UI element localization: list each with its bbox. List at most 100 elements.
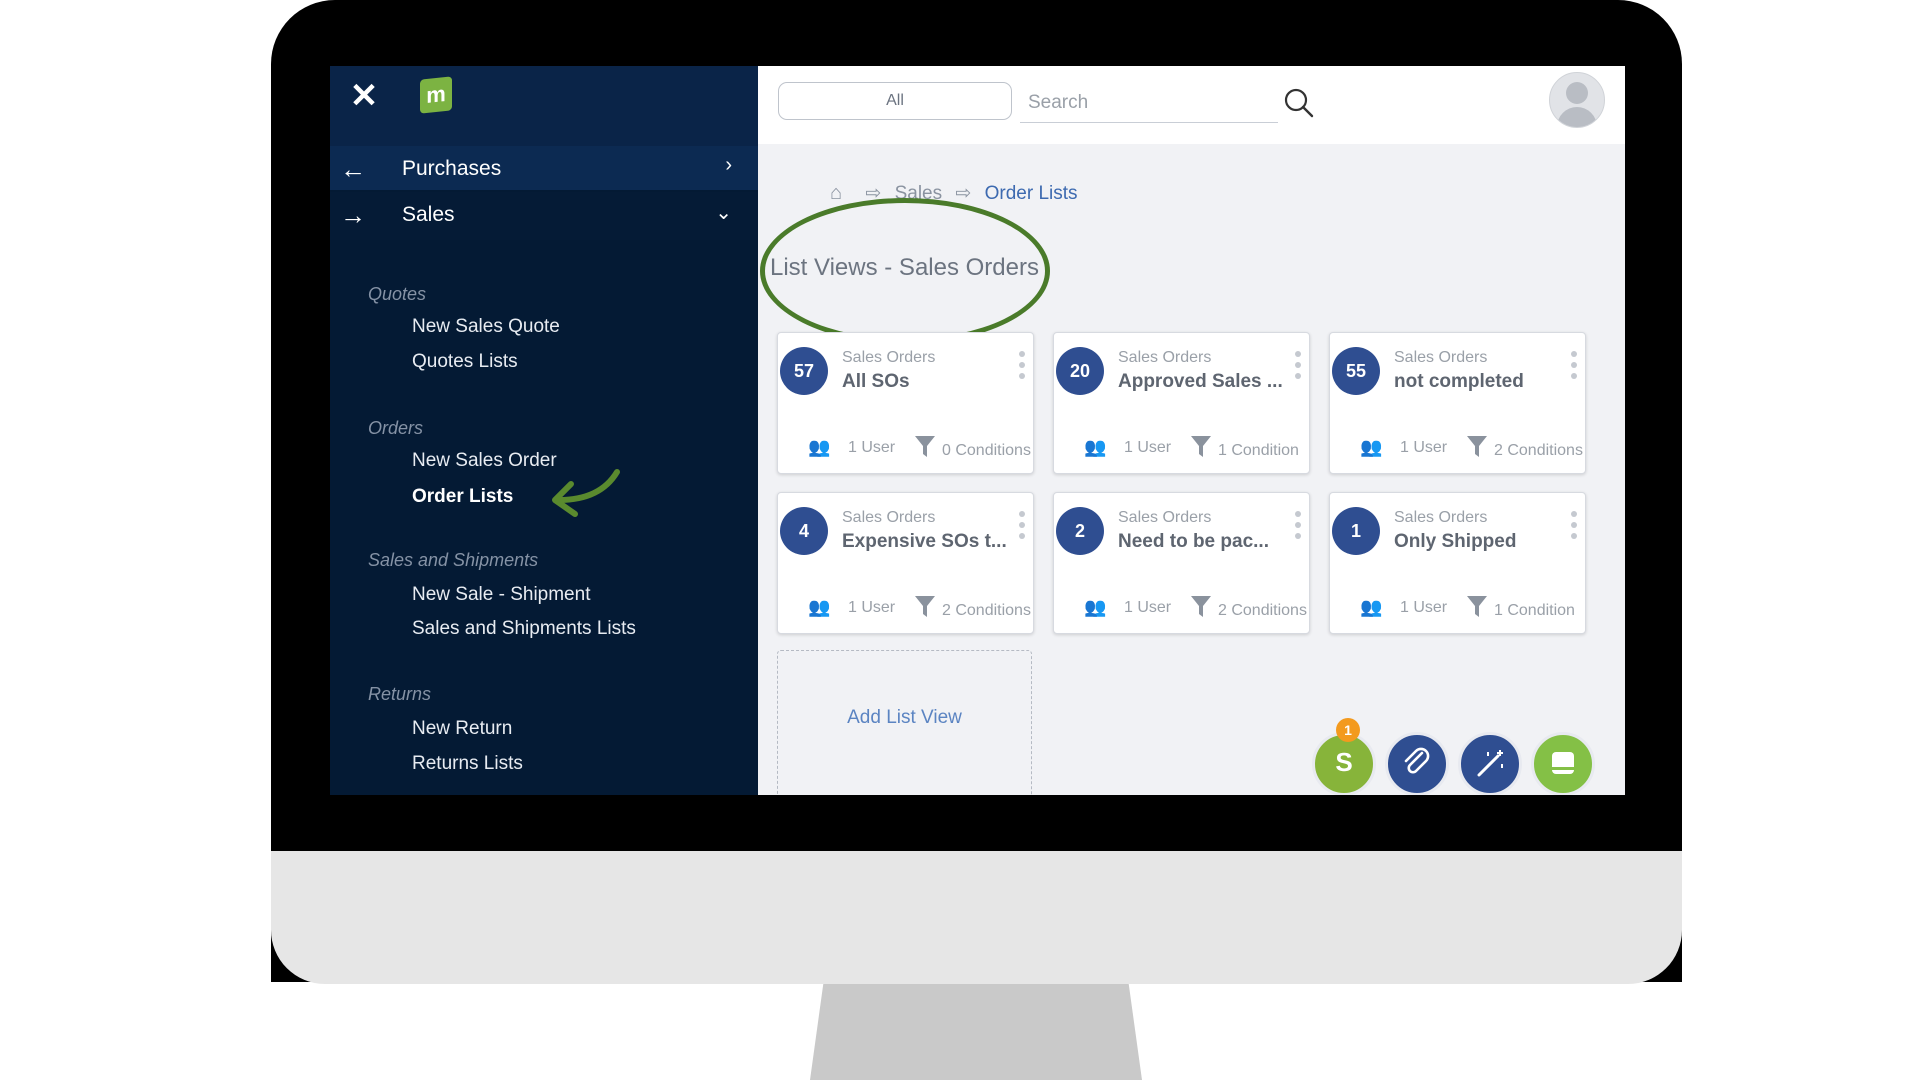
section-title-returns: Returns <box>368 684 432 704</box>
section-title-orders: Orders <box>368 418 424 438</box>
search-input[interactable] <box>1020 84 1278 123</box>
count-badge: 2 <box>1056 507 1104 555</box>
count-badge: 57 <box>780 347 828 395</box>
notification-badge: 1 <box>1336 718 1360 742</box>
add-list-view-label: Add List View <box>847 707 962 728</box>
users-icon: 👥 <box>1360 597 1383 617</box>
attachment-button[interactable] <box>1385 732 1449 795</box>
filter-icon <box>915 436 935 457</box>
sidebar-item-quotes-lists[interactable]: Quotes Lists <box>412 351 518 373</box>
magic-wand-button[interactable] <box>1458 732 1522 795</box>
kebab-icon[interactable] <box>1295 511 1301 544</box>
card-title: All SOs <box>842 371 910 392</box>
nav-item-sales[interactable]: → Sales ⌄ <box>330 192 758 240</box>
forward-arrow-icon: → <box>340 200 366 230</box>
list-view-card[interactable]: 55 Sales Orders not completed 👥 1 User 2 Cond… <box>1329 332 1586 474</box>
chevron-right-icon: › <box>725 154 732 176</box>
app-screen: ✕ m ← Purchases › → Sales ⌄ Quotes New S… <box>330 66 1625 795</box>
users-icon: 👥 <box>808 597 831 617</box>
card-category: Sales Orders <box>1118 509 1212 526</box>
monitor-chin <box>271 851 1682 984</box>
users-icon: 👥 <box>1360 437 1383 457</box>
attachment-icon <box>1404 747 1430 774</box>
chat-icon <box>1552 752 1574 774</box>
search-scope-select[interactable]: All <box>778 82 1012 120</box>
card-category: Sales Orders <box>842 509 936 526</box>
filter-icon <box>1191 436 1211 457</box>
card-title: Need to be pac... <box>1118 531 1269 552</box>
kebab-icon[interactable] <box>1295 351 1301 384</box>
kebab-icon[interactable] <box>1019 511 1025 544</box>
card-conditions: 1 Condition <box>1218 442 1299 459</box>
card-users: 1 User <box>848 439 896 456</box>
chevron-down-icon: ⌄ <box>715 202 732 224</box>
card-conditions: 2 Conditions <box>1494 442 1583 459</box>
list-view-card[interactable]: 4 Sales Orders Expensive SOs t... 👥 1 User 2 … <box>777 492 1034 634</box>
avatar-icon[interactable] <box>1549 72 1605 128</box>
card-category: Sales Orders <box>842 349 936 366</box>
sidebar-item-new-sales-order[interactable]: New Sales Order <box>412 450 557 472</box>
card-users: 1 User <box>1124 439 1172 456</box>
section-title-sales-shipments: Sales and Shipments <box>368 550 539 570</box>
card-conditions: 0 Conditions <box>942 442 1031 459</box>
card-title: Approved Sales ... <box>1118 371 1283 392</box>
card-conditions: 1 Condition <box>1494 602 1575 619</box>
top-bar: All <box>758 66 1625 144</box>
section-title-quotes: Quotes <box>368 284 427 304</box>
card-conditions: 2 Conditions <box>942 602 1031 619</box>
kebab-icon[interactable] <box>1571 351 1577 384</box>
users-icon: 👥 <box>808 437 831 457</box>
nav-sales-label: Sales <box>402 203 455 226</box>
card-category: Sales Orders <box>1394 349 1488 366</box>
sidebar-item-new-return[interactable]: New Return <box>412 718 512 740</box>
filter-icon <box>915 596 935 617</box>
nav-purchases-label: Purchases <box>402 157 502 180</box>
sidebar-item-returns-lists[interactable]: Returns Lists <box>412 753 523 775</box>
count-badge: 55 <box>1332 347 1380 395</box>
list-view-card[interactable]: 1 Sales Orders Only Shipped 👥 1 User 1 Condit… <box>1329 492 1586 634</box>
card-users: 1 User <box>848 599 896 616</box>
sidebar: ✕ m ← Purchases › → Sales ⌄ Quotes New S… <box>330 66 758 795</box>
page-title: List Views - Sales Orders <box>770 254 1039 281</box>
card-users: 1 User <box>1400 599 1448 616</box>
sidebar-item-new-sales-quote[interactable]: New Sales Quote <box>412 316 560 338</box>
sidebar-item-order-lists[interactable]: Order Lists <box>412 486 513 508</box>
count-badge: 20 <box>1056 347 1104 395</box>
card-title: Only Shipped <box>1394 531 1517 552</box>
users-icon: 👥 <box>1084 597 1107 617</box>
nav-item-purchases[interactable]: ← Purchases › <box>330 146 758 190</box>
home-icon[interactable]: ⌂ <box>830 182 842 204</box>
annotation-arrow-icon <box>552 469 620 517</box>
card-category: Sales Orders <box>1118 349 1212 366</box>
sidebar-item-new-sale-shipment[interactable]: New Sale - Shipment <box>412 584 590 606</box>
list-view-card[interactable]: 57 Sales Orders All SOs 👥 1 User 0 Conditions <box>777 332 1034 474</box>
sidebar-item-sales-shipments-lists[interactable]: Sales and Shipments Lists <box>412 618 636 640</box>
search-icon[interactable] <box>1282 86 1316 120</box>
users-icon: 👥 <box>1084 437 1107 457</box>
breadcrumb-current[interactable]: Order Lists <box>985 183 1078 204</box>
list-view-card[interactable]: 20 Sales Orders Approved Sales ... 👥 1 User 1… <box>1053 332 1310 474</box>
list-view-card[interactable]: 2 Sales Orders Need to be pac... 👥 1 User 2 C… <box>1053 492 1310 634</box>
filter-icon <box>1467 436 1487 457</box>
card-users: 1 User <box>1400 439 1448 456</box>
filter-icon <box>1191 596 1211 617</box>
count-badge: 4 <box>780 507 828 555</box>
card-title: not completed <box>1394 371 1524 392</box>
breadcrumb-separator-icon: ⇨ <box>955 183 972 204</box>
kebab-icon[interactable] <box>1019 351 1025 384</box>
filter-icon <box>1467 596 1487 617</box>
card-category: Sales Orders <box>1394 509 1488 526</box>
shopify-icon: S <box>1335 747 1353 777</box>
count-badge: 1 <box>1332 507 1380 555</box>
back-arrow-icon: ← <box>340 154 366 184</box>
kebab-icon[interactable] <box>1571 511 1577 544</box>
card-conditions: 2 Conditions <box>1218 602 1307 619</box>
magic-wand-icon <box>1477 750 1503 777</box>
add-list-view-button[interactable]: Add List View <box>777 650 1032 795</box>
close-icon[interactable]: ✕ <box>348 79 380 113</box>
card-users: 1 User <box>1124 599 1172 616</box>
monitor-stand <box>810 984 1142 1080</box>
chat-button[interactable] <box>1531 732 1595 795</box>
logo-icon[interactable]: m <box>420 76 452 114</box>
card-title: Expensive SOs t... <box>842 531 1007 552</box>
